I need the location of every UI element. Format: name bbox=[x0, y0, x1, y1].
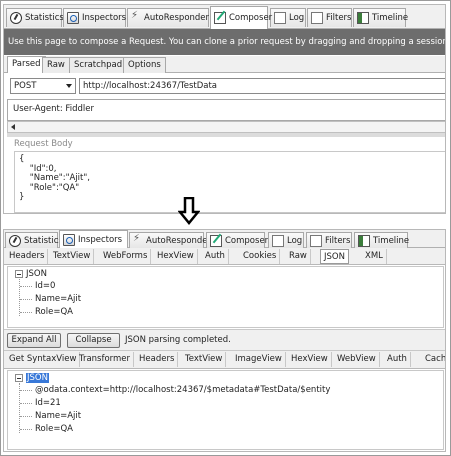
response-inspector-toolbar: Get SyntaxView Transformer Headers TextV… bbox=[4, 351, 445, 369]
statistics-icon bbox=[9, 234, 21, 247]
req-tool-webforms[interactable]: WebForms bbox=[100, 249, 152, 264]
req-tool-headers[interactable]: Headers bbox=[6, 249, 49, 264]
composer-subtab-bar: Parsed Raw Scratchpad Options bbox=[4, 56, 445, 73]
tree-node[interactable]: Id=0 bbox=[35, 281, 55, 291]
tree-node[interactable]: Role=QA bbox=[35, 307, 73, 317]
tree-node[interactable]: Name=Ajit bbox=[35, 294, 81, 304]
resp-tool-webview[interactable]: WebView bbox=[334, 352, 380, 367]
subtab-options[interactable]: Options bbox=[123, 57, 166, 73]
request-json-tree: JSON Id=0 Name=Ajit Role=QA bbox=[7, 266, 444, 328]
request-body-label: Request Body bbox=[14, 139, 73, 149]
collapse-node-icon[interactable] bbox=[15, 374, 23, 382]
request-line-row: POST http://localhost:24367/TestData bbox=[4, 75, 445, 97]
collapse-button[interactable]: Collapse bbox=[67, 333, 120, 348]
tree-connector bbox=[20, 416, 32, 417]
req-tool-json[interactable]: JSON bbox=[320, 249, 349, 264]
subtab-parsed[interactable]: Parsed bbox=[7, 56, 46, 73]
tab-autoresponder[interactable]: AutoResponder bbox=[127, 8, 209, 27]
tree-node[interactable]: Id=21 bbox=[35, 398, 61, 408]
subtab-scratchpad[interactable]: Scratchpad bbox=[69, 57, 128, 73]
tab-log[interactable]: Log bbox=[268, 232, 304, 248]
inspectors-panel: Statistics Inspectors AutoResponder Comp… bbox=[3, 229, 446, 452]
checkbox-icon bbox=[311, 12, 323, 24]
request-inspector-toolbar: Headers TextView WebForms HexView Auth C… bbox=[4, 248, 445, 265]
response-json-tree: JSON @odata.context=http://localhost:243… bbox=[7, 370, 444, 450]
chevron-down-icon bbox=[66, 84, 72, 88]
tree-node[interactable]: @odata.context=http://localhost:24367/$m… bbox=[35, 385, 330, 395]
req-tool-auth[interactable]: Auth bbox=[202, 249, 229, 264]
timeline-icon bbox=[358, 234, 370, 247]
lightning-icon bbox=[133, 233, 143, 247]
tree-connector bbox=[20, 390, 32, 391]
req-tool-cookies[interactable]: Cookies bbox=[240, 249, 281, 264]
resp-tool-caching[interactable]: Cachi bbox=[422, 352, 445, 367]
composer-icon bbox=[214, 12, 226, 24]
composer-info-banner: Use this page to compose a Request. You … bbox=[4, 29, 445, 55]
tab-filters[interactable]: Filters bbox=[306, 232, 352, 248]
request-body-textarea[interactable]: { "Id":0, "Name":"Ajit", "Role":"QA" } bbox=[14, 151, 445, 213]
resp-tool-headers[interactable]: Headers bbox=[136, 352, 179, 367]
tree-node[interactable]: Name=Ajit bbox=[35, 411, 81, 421]
main-tab-bar-2: Statistics Inspectors AutoResponder Comp… bbox=[4, 230, 445, 248]
down-arrow-icon bbox=[178, 197, 200, 225]
tree-connector bbox=[20, 312, 32, 313]
tab-inspectors[interactable]: Inspectors bbox=[63, 8, 126, 27]
resp-tool-imageview[interactable]: ImageView bbox=[232, 352, 286, 367]
resp-tool-transformer[interactable]: Transformer bbox=[76, 352, 135, 367]
req-tool-xml[interactable]: XML bbox=[362, 249, 387, 264]
statistics-icon bbox=[10, 12, 22, 24]
tab-composer[interactable]: Composer bbox=[206, 232, 268, 248]
lightning-icon bbox=[131, 10, 141, 24]
inspectors-icon bbox=[67, 12, 79, 24]
composer-panel: Statistics Inspectors AutoResponder Comp… bbox=[3, 4, 446, 214]
tab-filters[interactable]: Filters bbox=[307, 8, 352, 27]
main-tab-bar: Statistics Inspectors AutoResponder Comp… bbox=[4, 5, 445, 29]
tree-connector bbox=[20, 286, 32, 287]
horizontal-scrollbar[interactable] bbox=[7, 121, 445, 133]
collapse-node-icon[interactable] bbox=[15, 270, 23, 278]
splitter[interactable] bbox=[7, 133, 445, 137]
tab-inspectors[interactable]: Inspectors bbox=[59, 230, 128, 248]
tab-timeline[interactable]: Timeline bbox=[353, 8, 408, 27]
tab-autoresponder[interactable]: AutoResponder bbox=[129, 232, 211, 248]
resp-tool-textview[interactable]: TextView bbox=[182, 352, 227, 367]
tree-connector bbox=[19, 279, 20, 316]
tab-timeline[interactable]: Timeline bbox=[354, 232, 409, 248]
req-tool-raw[interactable]: Raw bbox=[286, 249, 311, 264]
resp-tool-auth[interactable]: Auth bbox=[384, 352, 411, 367]
resp-tool-hexview[interactable]: HexView bbox=[288, 352, 332, 367]
method-select[interactable]: POST bbox=[10, 78, 76, 94]
tab-log[interactable]: Log bbox=[270, 8, 306, 27]
json-button-row: Expand All Collapse JSON parsing complet… bbox=[4, 329, 445, 351]
req-tool-textview[interactable]: TextView bbox=[50, 249, 95, 264]
tree-connector bbox=[20, 429, 32, 430]
resp-tool-syntaxview[interactable]: Get SyntaxView bbox=[6, 352, 81, 367]
request-headers-textarea[interactable]: User-Agent: Fiddler bbox=[7, 99, 445, 121]
log-icon bbox=[272, 234, 284, 247]
url-input[interactable]: http://localhost:24367/TestData bbox=[79, 78, 445, 94]
inspectors-icon bbox=[63, 233, 75, 246]
parse-status-text: JSON parsing completed. bbox=[125, 335, 231, 345]
tree-connector bbox=[20, 403, 32, 404]
composer-icon bbox=[210, 234, 222, 247]
tab-statistics[interactable]: Statistics bbox=[5, 232, 63, 248]
tree-root-node[interactable]: JSON bbox=[26, 269, 47, 279]
tab-statistics[interactable]: Statistics bbox=[6, 8, 64, 27]
timeline-icon bbox=[357, 12, 369, 24]
tree-connector bbox=[20, 299, 32, 300]
log-icon bbox=[274, 12, 286, 24]
subtab-raw[interactable]: Raw bbox=[42, 57, 70, 73]
checkbox-icon bbox=[310, 234, 322, 247]
tree-node[interactable]: Role=QA bbox=[35, 424, 73, 434]
req-tool-hexview[interactable]: HexView bbox=[154, 249, 198, 264]
expand-all-button[interactable]: Expand All bbox=[7, 333, 61, 348]
tree-root-node-selected[interactable]: JSON bbox=[26, 373, 49, 383]
tab-composer[interactable]: Composer bbox=[210, 6, 272, 29]
